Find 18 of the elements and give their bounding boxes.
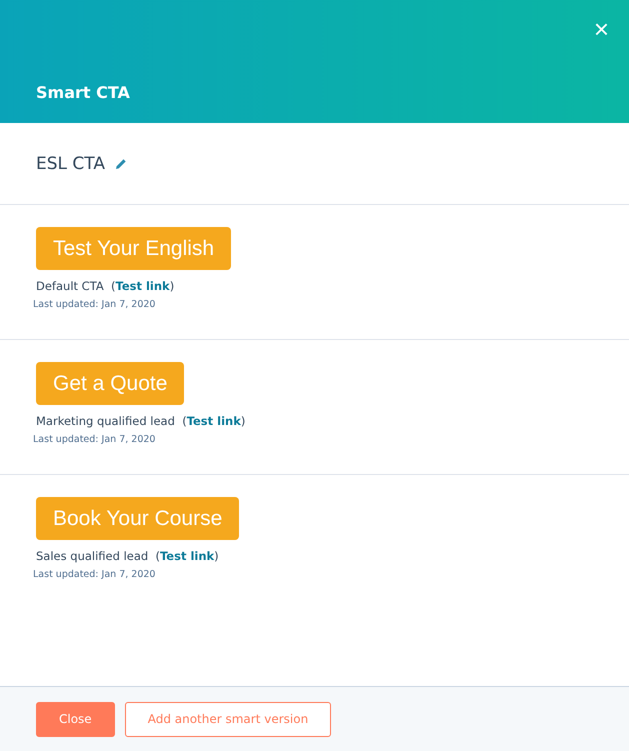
audience-text: Sales qualified lead (Test link): [36, 549, 220, 563]
last-updated-text: Last updated: Jan 7, 2020: [33, 569, 156, 580]
cta-preview-button[interactable]: Get a Quote: [36, 362, 184, 405]
cta-preview-button[interactable]: Test Your English: [36, 227, 232, 270]
pencil-icon[interactable]: [114, 158, 127, 170]
panel-title: Smart CTA: [36, 83, 130, 102]
test-link[interactable]: Test link: [116, 279, 170, 293]
add-version-button[interactable]: Add another smart version: [124, 702, 332, 736]
close-button[interactable]: ×: [592, 16, 611, 42]
close-panel-button[interactable]: Close: [36, 702, 115, 736]
cta-name: ESL CTA: [36, 154, 105, 174]
audience-text: Default CTA (Test link): [36, 279, 176, 293]
test-link[interactable]: Test link: [186, 414, 241, 428]
last-updated-text: Last updated: Jan 7, 2020: [33, 299, 156, 310]
cta-preview-button[interactable]: Book Your Course: [36, 497, 240, 540]
test-link[interactable]: Test link: [160, 549, 214, 563]
audience-text: Marketing qualified lead (Test link): [36, 414, 246, 428]
last-updated-text: Last updated: Jan 7, 2020: [33, 434, 156, 445]
